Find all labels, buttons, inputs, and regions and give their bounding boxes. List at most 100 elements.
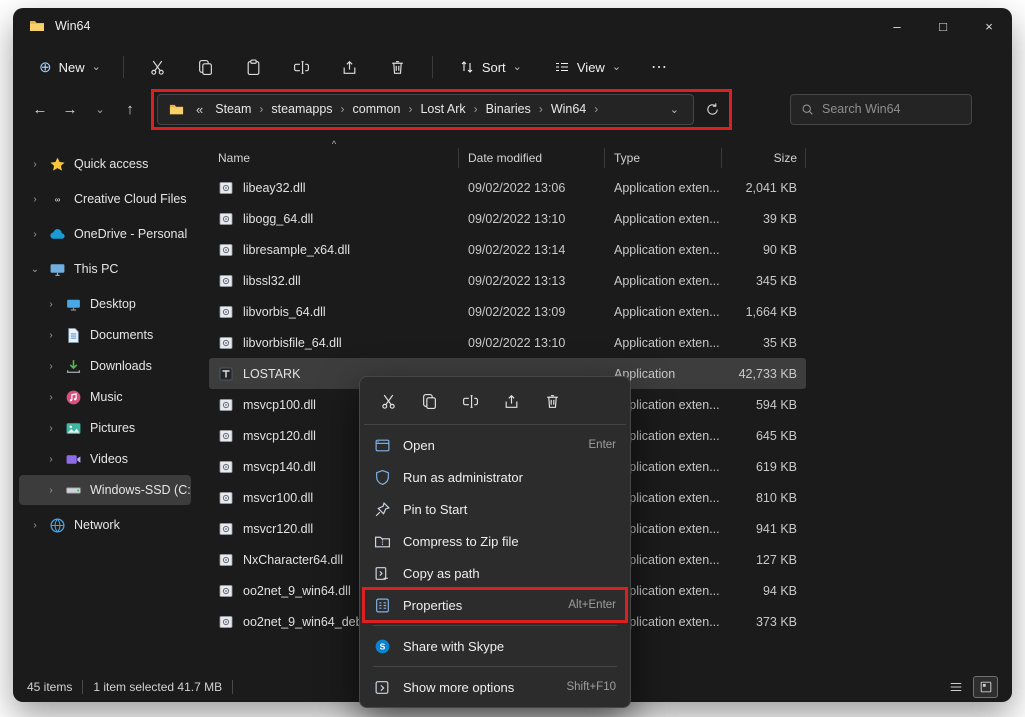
- paste-icon: [245, 59, 262, 76]
- sidebar-item-music[interactable]: › Music: [19, 382, 191, 412]
- thumbnail-view-button[interactable]: [973, 676, 998, 698]
- table-row[interactable]: libssl32.dll 09/02/2022 13:13 Applicatio…: [209, 265, 806, 296]
- breadcrumb-item-*[interactable]: Binaries: [479, 95, 538, 124]
- rename-button[interactable]: [282, 50, 322, 84]
- chevron-icon[interactable]: ›: [45, 423, 57, 434]
- copy-button[interactable]: [186, 50, 226, 84]
- copy-icon: [197, 59, 214, 76]
- close-button[interactable]: ×: [966, 8, 1012, 44]
- forward-button[interactable]: →: [55, 94, 85, 124]
- file-name-cell: libeay32.dll: [209, 180, 459, 196]
- file-size-cell: 42,733 KB: [738, 366, 797, 381]
- file-size-cell: 810 KB: [755, 490, 797, 505]
- file-name-cell: libvorbisfile_64.dll: [209, 335, 459, 351]
- menu-item-compress-to-zip-file[interactable]: Compress to Zip file: [364, 525, 626, 557]
- breadcrumb-item-*[interactable]: Steam: [208, 95, 258, 124]
- minimize-button[interactable]: –: [874, 8, 920, 44]
- more-options-button[interactable]: ⋯: [637, 53, 683, 81]
- sidebar-item-documents[interactable]: › Documents: [19, 320, 191, 350]
- chevron-icon[interactable]: ›: [45, 299, 57, 310]
- table-row[interactable]: libogg_64.dll 09/02/2022 13:10 Applicati…: [209, 203, 806, 234]
- sidebar-item-onedrive-personal[interactable]: › OneDrive - Personal: [19, 219, 191, 249]
- cut-button[interactable]: [372, 386, 404, 416]
- chevron-icon[interactable]: ›: [29, 159, 41, 170]
- table-row[interactable]: libresample_x64.dll 09/02/2022 13:14 App…: [209, 234, 806, 265]
- chevron-icon[interactable]: ›: [45, 485, 57, 496]
- dll-icon: [218, 304, 234, 320]
- chevron-icon[interactable]: ›: [29, 194, 41, 205]
- chevron-icon[interactable]: ›: [29, 520, 41, 531]
- sidebar-item-desktop[interactable]: › Desktop: [19, 289, 191, 319]
- chevron-icon[interactable]: ›: [29, 229, 41, 240]
- sidebar-item-windows-ssd-c[interactable]: › Windows-SSD (C:): [19, 475, 191, 505]
- menu-item-share-with-skype[interactable]: Share with Skype: [364, 630, 626, 662]
- sidebar-item-pictures[interactable]: › Pictures: [19, 413, 191, 443]
- chevron-icon[interactable]: ⌄: [29, 264, 41, 275]
- sort-button[interactable]: Sort ⌄: [449, 52, 532, 82]
- explorer-window: Win64 – □ × ⊕ New ⌄ Sort ⌄ View ⌄ ⋯ ← → …: [13, 8, 1012, 708]
- sidebar-item-this-pc[interactable]: ⌄ This PC: [19, 254, 191, 284]
- file-size-cell: 645 KB: [755, 428, 797, 443]
- menu-item-run-as-administrator[interactable]: Run as administrator: [364, 461, 626, 493]
- rename-button[interactable]: [454, 386, 486, 416]
- chevron-icon[interactable]: ›: [45, 361, 57, 372]
- music-icon: [65, 389, 82, 406]
- file-name: libvorbisfile_64.dll: [243, 335, 342, 350]
- menu-item-pin-to-start[interactable]: Pin to Start: [364, 493, 626, 525]
- cut-button[interactable]: [138, 50, 178, 84]
- menu-item-open[interactable]: Open Enter: [364, 429, 626, 461]
- column-header-size[interactable]: Size: [722, 148, 806, 168]
- menu-item-properties[interactable]: Properties Alt+Enter: [362, 587, 628, 623]
- sidebar-item-creative-cloud-files[interactable]: › Creative Cloud Files: [19, 184, 191, 214]
- menu-item-label: Copy as path: [403, 565, 480, 581]
- chevron-icon[interactable]: ›: [45, 392, 57, 403]
- file-name-cell: libresample_x64.dll: [209, 242, 459, 258]
- delete-button[interactable]: [536, 386, 568, 416]
- column-header-name[interactable]: Name ^: [209, 139, 459, 168]
- navigation-pane: › Quick access › Creative Cloud Files › …: [13, 134, 197, 672]
- delete-button[interactable]: [378, 50, 418, 84]
- breadcrumb-item-*[interactable]: steamapps: [264, 95, 339, 124]
- file-date-cell: 09/02/2022 13:13: [468, 273, 566, 288]
- sidebar-item-network[interactable]: › Network: [19, 510, 191, 540]
- recent-locations-button[interactable]: ⌄: [85, 94, 115, 124]
- copy-button[interactable]: [413, 386, 445, 416]
- chevron-icon[interactable]: ›: [45, 454, 57, 465]
- table-row[interactable]: libvorbis_64.dll 09/02/2022 13:09 Applic…: [209, 296, 806, 327]
- file-type-cell: Application exten...: [614, 180, 720, 195]
- table-row[interactable]: libvorbisfile_64.dll 09/02/2022 13:10 Ap…: [209, 327, 806, 358]
- collapsed-crumbs-button[interactable]: «: [191, 102, 208, 117]
- sidebar-item-videos[interactable]: › Videos: [19, 444, 191, 474]
- address-dropdown-button[interactable]: ⌄: [662, 103, 687, 116]
- view-button[interactable]: View ⌄: [544, 52, 631, 82]
- up-button[interactable]: ↑: [115, 94, 145, 124]
- sidebar-item-downloads[interactable]: › Downloads: [19, 351, 191, 381]
- chevron-icon[interactable]: ›: [45, 330, 57, 341]
- menu-item-show-more-options[interactable]: Show more options Shift+F10: [364, 671, 626, 703]
- share-button[interactable]: [495, 386, 527, 416]
- search-input[interactable]: [822, 102, 961, 116]
- new-button[interactable]: ⊕ New ⌄: [27, 51, 113, 83]
- rename-icon: [462, 393, 479, 410]
- app-icon: [218, 366, 234, 382]
- menu-item-copy-as-path[interactable]: Copy as path: [364, 557, 626, 589]
- details-view-button[interactable]: [943, 676, 968, 698]
- address-bar[interactable]: « Steam › steamapps › common › Lost Ark …: [157, 93, 694, 125]
- paste-button[interactable]: [234, 50, 274, 84]
- breadcrumb-item-*[interactable]: Lost Ark: [413, 95, 472, 124]
- share-button[interactable]: [330, 50, 370, 84]
- breadcrumb-item-*[interactable]: common: [346, 95, 408, 124]
- column-header-type[interactable]: Type: [605, 148, 722, 168]
- file-size-cell: 345 KB: [755, 273, 797, 288]
- column-header-date-modified[interactable]: Date modified: [459, 148, 605, 168]
- sidebar-item-quick-access[interactable]: › Quick access: [19, 149, 191, 179]
- column-label: Size: [773, 151, 797, 165]
- refresh-button[interactable]: [698, 95, 726, 123]
- star-icon: [49, 156, 66, 173]
- table-row[interactable]: libeay32.dll 09/02/2022 13:06 Applicatio…: [209, 172, 806, 203]
- maximize-button[interactable]: □: [920, 8, 966, 44]
- drive-icon: [65, 482, 82, 499]
- file-name: msvcp120.dll: [243, 428, 316, 443]
- back-button[interactable]: ←: [25, 94, 55, 124]
- breadcrumb-item-*[interactable]: Win64: [544, 95, 593, 124]
